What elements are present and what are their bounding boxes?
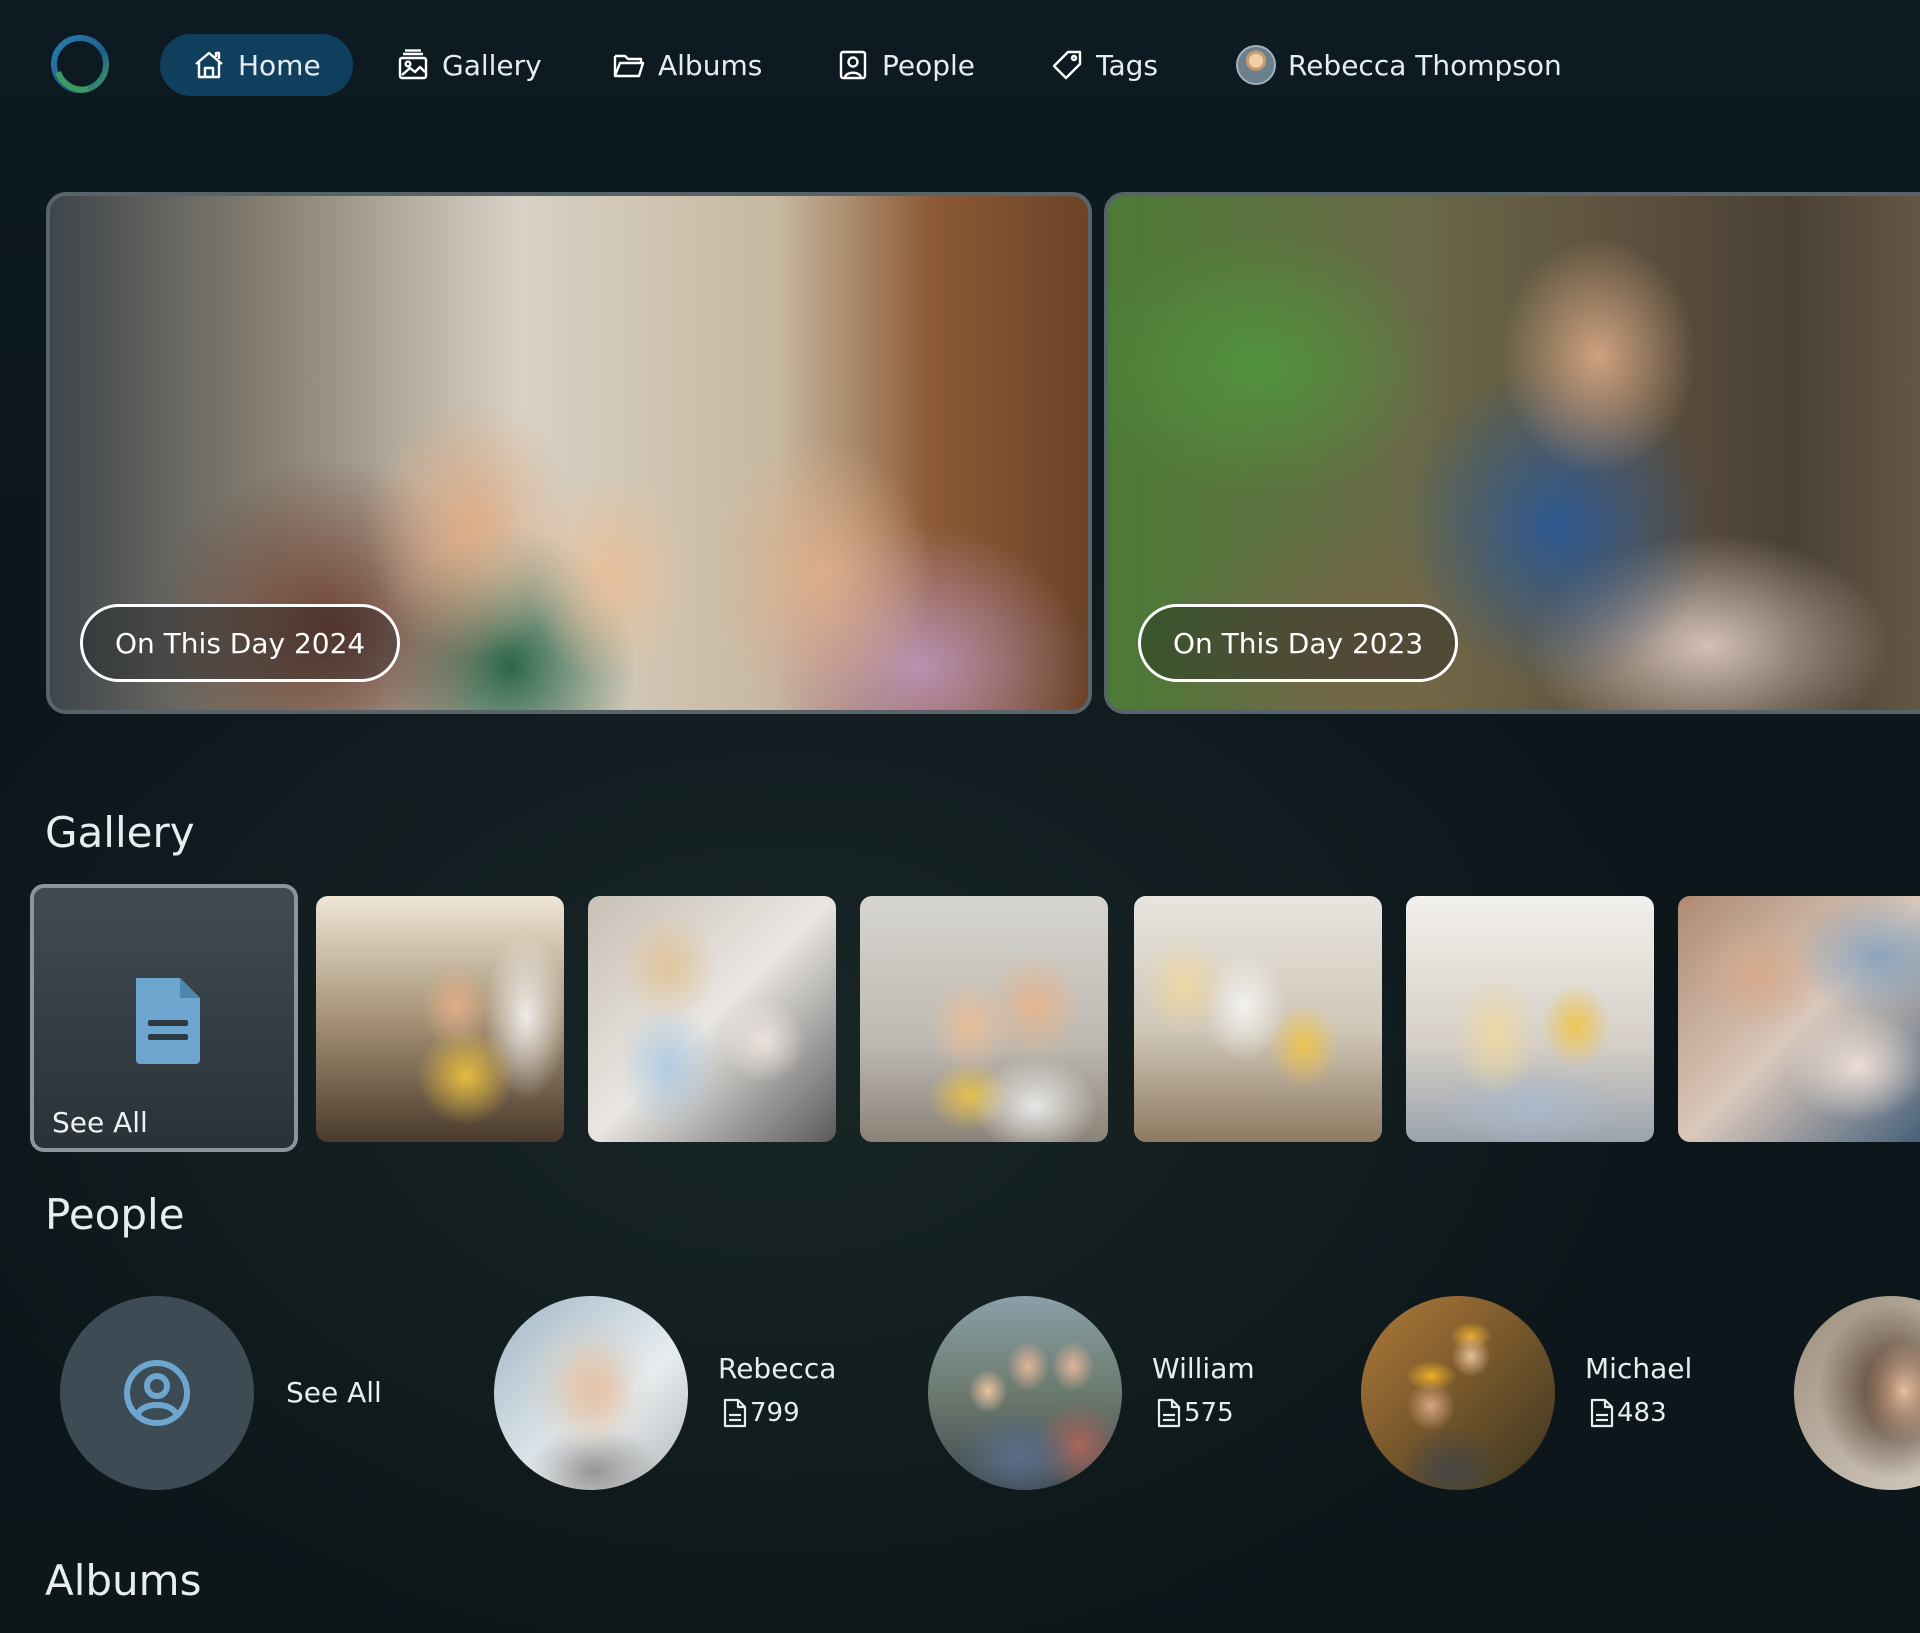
person-name: William: [1152, 1352, 1255, 1385]
gallery-thumb[interactable]: [860, 896, 1108, 1142]
hero-card-2[interactable]: On This Day 2023: [1104, 192, 1920, 714]
home-icon: [195, 51, 223, 79]
user-name: Rebecca Thompson: [1288, 48, 1562, 82]
nav-tags[interactable]: Tags: [1050, 34, 1158, 96]
albums-section-title: Albums: [45, 1556, 202, 1605]
top-nav: Home Gallery Albums People Tags Rebecca …: [0, 0, 1920, 130]
gallery-see-all-button[interactable]: See All: [30, 884, 298, 1152]
folder-icon: [613, 54, 645, 78]
gallery-thumb[interactable]: [316, 896, 564, 1142]
hero-card-2-label: On This Day 2023: [1138, 604, 1459, 682]
nav-home[interactable]: Home: [160, 34, 353, 96]
gallery-thumb[interactable]: [1134, 896, 1382, 1142]
people-see-all-button[interactable]: [60, 1296, 254, 1490]
tag-icon: [1052, 50, 1082, 80]
nav-user[interactable]: Rebecca Thompson: [1236, 34, 1562, 96]
gallery-thumb[interactable]: [1678, 896, 1920, 1142]
nav-gallery[interactable]: Gallery: [396, 34, 542, 96]
person-circle-icon: [124, 1360, 190, 1426]
people-section-title: People: [45, 1190, 185, 1239]
person-name: Rebecca: [718, 1352, 837, 1385]
hero-card-1[interactable]: On This Day 2024: [46, 192, 1092, 714]
gallery-thumb[interactable]: [588, 896, 836, 1142]
person-count: 799: [722, 1398, 800, 1428]
gallery-see-all-label: See All: [52, 1106, 148, 1139]
person-count-value: 483: [1617, 1398, 1667, 1428]
nav-albums-label: Albums: [658, 48, 763, 82]
document-icon: [1157, 1398, 1181, 1428]
person-count-value: 575: [1184, 1398, 1234, 1428]
person-avatar-william[interactable]: [928, 1296, 1122, 1490]
nav-people[interactable]: People: [836, 34, 975, 96]
person-avatar-michael[interactable]: [1361, 1296, 1555, 1490]
user-avatar: [1236, 45, 1276, 85]
person-count: 483: [1589, 1398, 1667, 1428]
person-count: 575: [1156, 1398, 1234, 1428]
nav-home-label: Home: [238, 48, 321, 82]
nav-gallery-label: Gallery: [442, 48, 542, 82]
photo-app-home: Home Gallery Albums People Tags Rebecca …: [0, 0, 1920, 1633]
people-see-all-label[interactable]: See All: [286, 1376, 382, 1409]
document-icon: [1590, 1398, 1614, 1428]
person-name: Michael: [1585, 1352, 1693, 1385]
person-avatar-rebecca[interactable]: [494, 1296, 688, 1490]
app-logo-icon[interactable]: [48, 32, 112, 96]
nav-people-label: People: [882, 48, 976, 82]
nav-albums[interactable]: Albums: [612, 34, 762, 96]
gallery-thumb[interactable]: [1406, 896, 1654, 1142]
document-icon: [136, 978, 200, 1064]
document-icon: [723, 1398, 747, 1428]
gallery-icon: [398, 49, 428, 80]
person-count-value: 799: [750, 1398, 800, 1428]
gallery-section-title: Gallery: [45, 808, 195, 857]
person-badge-icon: [839, 50, 867, 80]
hero-card-1-label: On This Day 2024: [80, 604, 401, 682]
nav-tags-label: Tags: [1096, 48, 1158, 82]
person-avatar[interactable]: [1794, 1296, 1920, 1490]
